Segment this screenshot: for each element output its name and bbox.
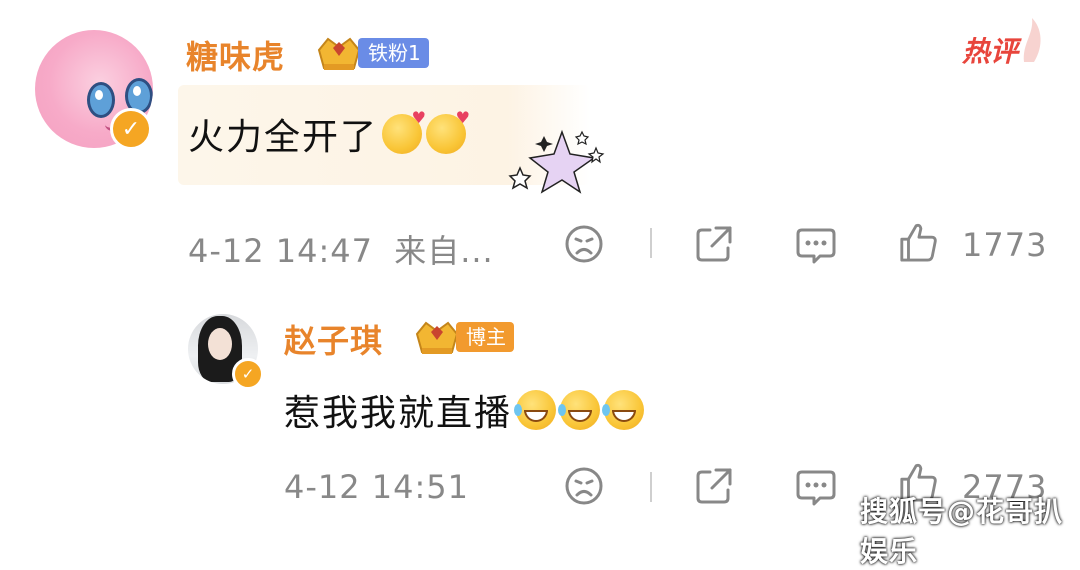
like-thumb-icon[interactable]	[898, 222, 938, 262]
blogger-crown-icon	[415, 321, 459, 354]
share-icon[interactable]	[694, 466, 734, 506]
pray-heart-emoji-icon	[382, 108, 426, 154]
verified-badge-icon: ✓	[110, 108, 152, 150]
reply-meta: 4-12 14:51	[284, 468, 469, 506]
laugh-cry-emoji-icon	[602, 390, 645, 430]
avatar-eye	[87, 82, 115, 118]
sparkle-stars-icon	[508, 129, 605, 194]
comment-meta: 4-12 14:47 来自...	[188, 226, 494, 272]
reply-body: 惹我我就直播	[284, 384, 645, 436]
share-icon[interactable]	[694, 224, 734, 264]
blogger-badge: 博主	[456, 322, 514, 352]
watermark: 搜狐号@花哥扒娱乐	[860, 495, 1064, 568]
reply-date: 4-12 14:51	[284, 468, 470, 506]
comment-source: 来自...	[394, 232, 494, 270]
action-divider	[650, 228, 652, 258]
verified-badge-icon: ✓	[232, 358, 264, 390]
fan-crown-icon	[317, 37, 361, 70]
comment-bubble-icon[interactable]	[796, 226, 836, 266]
hot-comment-label: 热评	[962, 35, 1019, 68]
laugh-cry-emoji-icon	[514, 390, 557, 430]
comment-username[interactable]: 糖味虎	[186, 32, 285, 78]
comment-date: 4-12 14:47	[188, 232, 374, 270]
fan-level-badge: 铁粉1	[358, 38, 429, 68]
comment-body: 火力全开了	[188, 108, 470, 160]
hot-flame-icon	[1023, 18, 1041, 62]
dislike-face-icon[interactable]	[564, 466, 604, 506]
comment-text: 火力全开了	[188, 117, 379, 158]
avatar-face	[208, 328, 232, 360]
laugh-cry-emoji-icon	[558, 390, 601, 430]
pray-heart-emoji-icon	[426, 108, 470, 154]
reply-username[interactable]: 赵子琪	[284, 316, 383, 362]
dislike-face-icon[interactable]	[564, 224, 604, 264]
reply-text: 惹我我就直播	[284, 393, 513, 434]
like-count: 1773	[962, 226, 1048, 264]
action-divider	[650, 472, 652, 502]
comment-bubble-icon[interactable]	[796, 468, 836, 508]
